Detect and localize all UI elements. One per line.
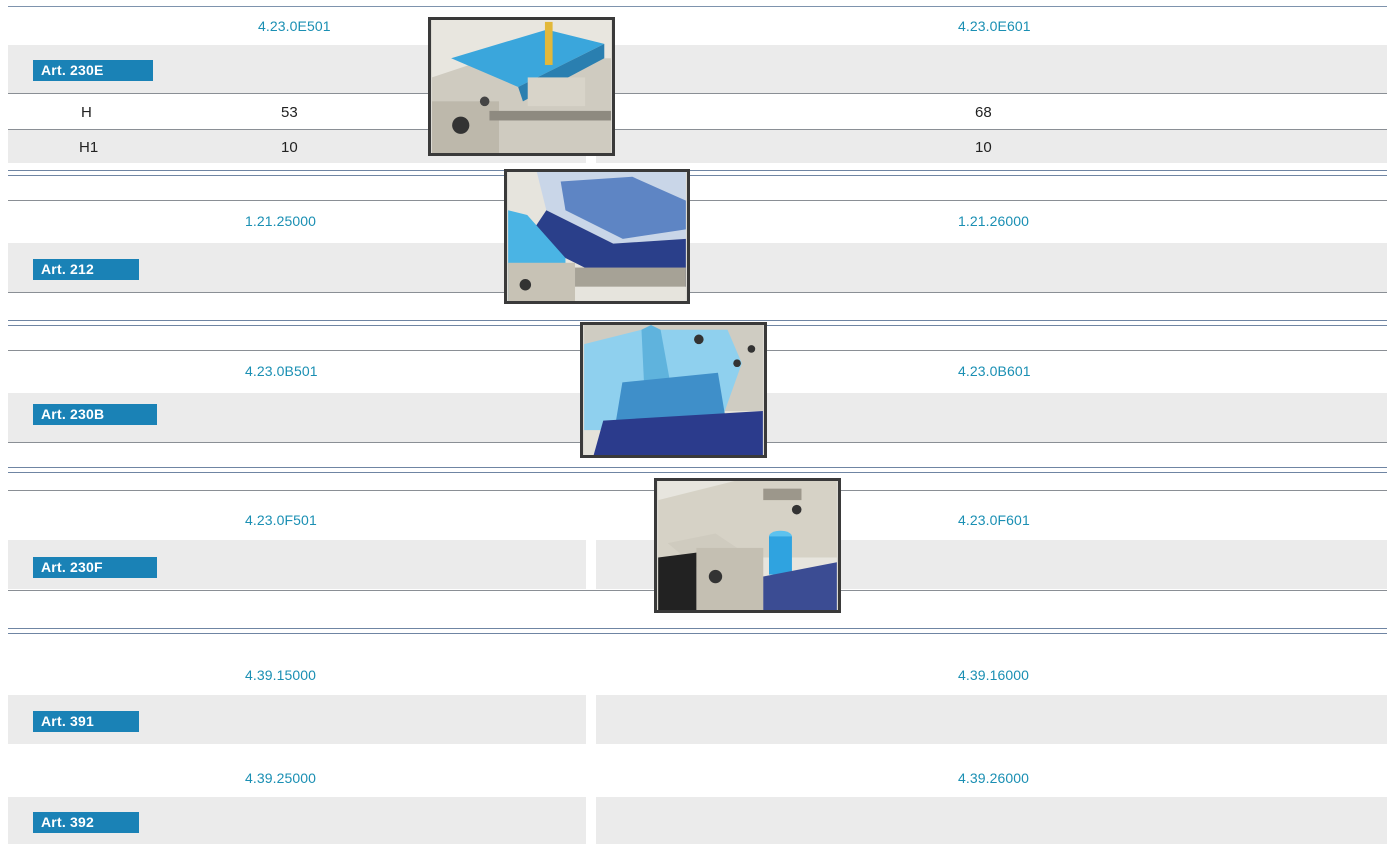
vice-jaw-icon — [658, 481, 837, 610]
section-top-rule — [8, 200, 1387, 201]
article-badge: Art. 391 — [33, 711, 139, 732]
article-band — [596, 243, 1387, 292]
article-badge: Art. 230B — [33, 404, 157, 425]
article-code-left: 4.39.25000 — [245, 770, 317, 786]
article-code-left: 1.21.25000 — [245, 213, 317, 229]
dimension-label: H — [81, 104, 92, 121]
article-badge: Art. 212 — [33, 259, 139, 280]
article-code-right: 4.39.26000 — [958, 770, 1030, 786]
article-code-left: 4.39.15000 — [245, 667, 317, 683]
vice-jaw-icon — [508, 172, 686, 301]
article-code-left: 4.23.0E501 — [258, 18, 331, 34]
product-photo-212 — [504, 169, 690, 304]
article-code-right: 1.21.26000 — [958, 213, 1030, 229]
row-divider — [8, 292, 1387, 293]
dimension-value: 10 — [975, 139, 992, 156]
article-band — [596, 695, 1387, 744]
vice-jaw-icon — [584, 325, 763, 455]
article-code-right: 4.23.0E601 — [958, 18, 1031, 34]
dimension-label: H1 — [79, 139, 99, 156]
product-photo-230b — [580, 322, 767, 458]
article-badge: Art. 230F — [33, 557, 157, 578]
section-divider — [8, 170, 1387, 176]
article-badge: Art. 230E — [33, 60, 153, 81]
article-code-left: 4.23.0F501 — [245, 512, 317, 528]
dimension-value: 53 — [281, 104, 298, 121]
section-divider — [8, 467, 1387, 473]
row-divider — [8, 93, 1387, 94]
article-code-right: 4.23.0F601 — [958, 512, 1030, 528]
article-code-left: 4.23.0B501 — [245, 363, 318, 379]
dimension-value: 68 — [975, 104, 992, 121]
article-badge: Art. 392 — [33, 812, 139, 833]
product-photo-230f — [654, 478, 841, 613]
product-photo-230e — [428, 17, 615, 156]
section-divider — [8, 628, 1387, 634]
vice-jaw-icon — [432, 20, 611, 153]
article-code-right: 4.23.0B601 — [958, 363, 1031, 379]
section-top-rule — [8, 6, 1387, 7]
article-band — [596, 45, 1387, 93]
article-code-right: 4.39.16000 — [958, 667, 1030, 683]
article-band — [596, 797, 1387, 844]
dimension-value: 10 — [281, 139, 298, 156]
